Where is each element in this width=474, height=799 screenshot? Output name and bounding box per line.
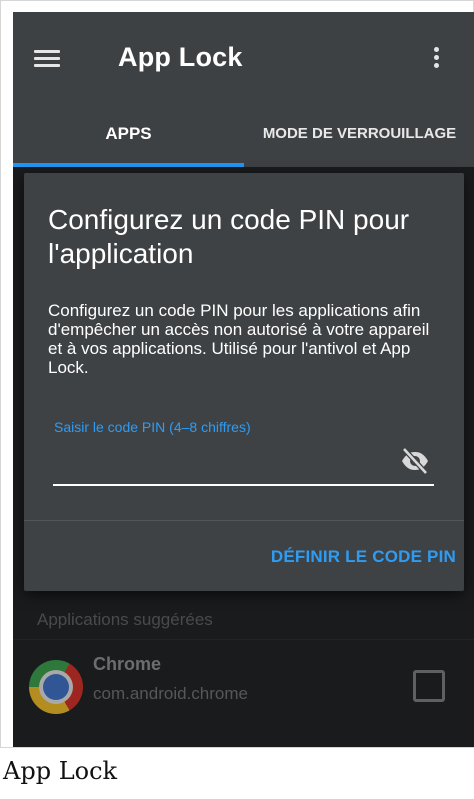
tab-lock-mode[interactable]: MODE DE VERROUILLAGE bbox=[244, 112, 474, 156]
eye-off-icon[interactable] bbox=[400, 447, 430, 475]
set-pin-dialog: Configurez un code PIN pour l'applicatio… bbox=[24, 173, 464, 591]
tab-apps[interactable]: APPS bbox=[13, 112, 244, 156]
pin-field-underline bbox=[53, 484, 434, 486]
more-vert-icon[interactable] bbox=[431, 45, 441, 71]
dialog-divider bbox=[24, 520, 464, 521]
screenshot-frame: App Lock APPS MODE DE VERROUILLAGE Appli… bbox=[0, 0, 474, 748]
pin-field-label: Saisir le code PIN (4–8 chiffres) bbox=[54, 419, 251, 435]
dialog-message: Configurez un code PIN pour les applicat… bbox=[48, 301, 430, 377]
app-bar: App Lock APPS MODE DE VERROUILLAGE bbox=[13, 12, 474, 167]
app-title: App Lock bbox=[118, 42, 243, 72]
device-screen: App Lock APPS MODE DE VERROUILLAGE Appli… bbox=[13, 12, 474, 747]
pin-input[interactable] bbox=[54, 443, 419, 483]
dialog-title: Configurez un code PIN pour l'applicatio… bbox=[48, 204, 410, 269]
caption: App Lock bbox=[3, 757, 118, 785]
hamburger-menu-icon[interactable] bbox=[34, 48, 60, 68]
set-pin-button[interactable]: DÉFINIR LE CODE PIN bbox=[271, 539, 456, 575]
